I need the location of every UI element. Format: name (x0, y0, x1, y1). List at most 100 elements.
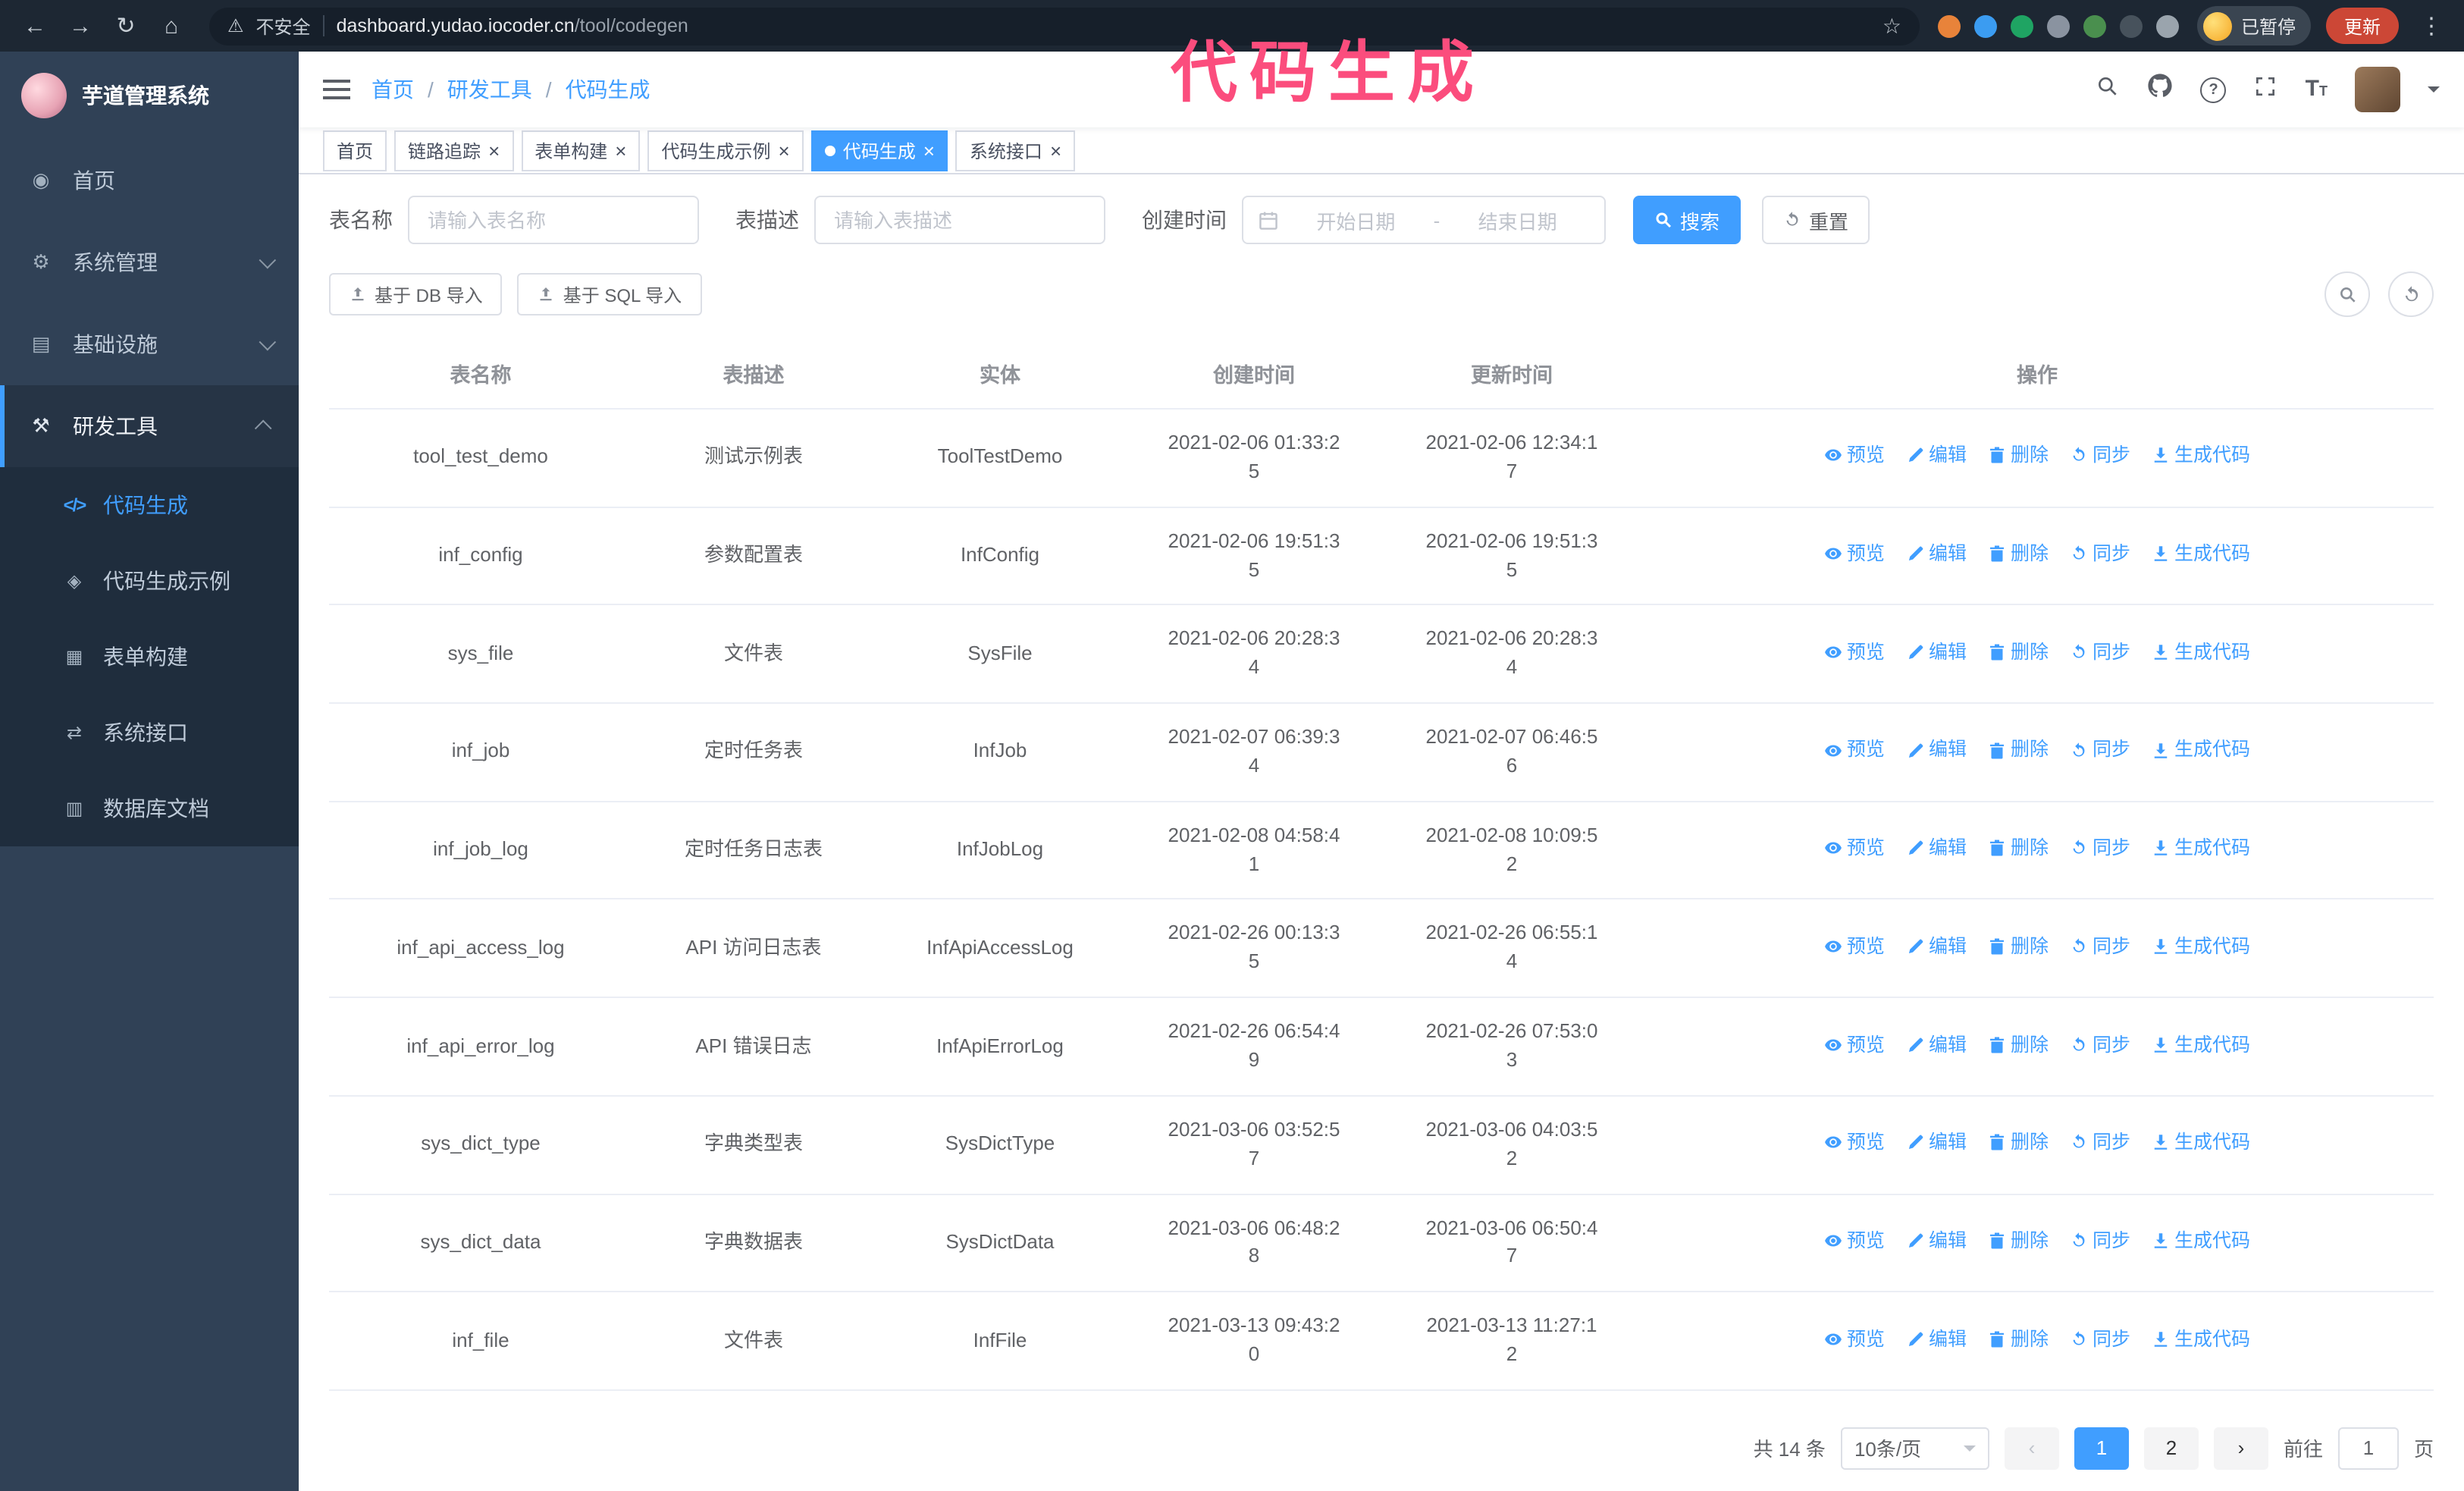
row-action-preview[interactable]: 预览 (1824, 933, 1885, 960)
row-action-edit[interactable]: 编辑 (1906, 540, 1967, 567)
sidebar-item-system-management[interactable]: ⚙ 系统管理 (0, 221, 299, 303)
github-link[interactable] (2148, 73, 2174, 106)
page-button-1[interactable]: 1 (2074, 1427, 2129, 1470)
app-logo[interactable]: 芋道管理系统 (0, 52, 299, 140)
row-action-generate-code[interactable]: 生成代码 (2152, 1227, 2250, 1254)
tab-close-icon[interactable]: × (923, 140, 935, 160)
user-avatar[interactable] (2355, 67, 2400, 112)
extension-green-check-icon[interactable] (2010, 14, 2033, 37)
row-action-generate-code[interactable]: 生成代码 (2152, 540, 2250, 567)
row-action-sync[interactable]: 同步 (2070, 1227, 2130, 1254)
row-action-preview[interactable]: 预览 (1824, 540, 1885, 567)
row-action-preview[interactable]: 预览 (1824, 1227, 1885, 1254)
row-action-edit[interactable]: 编辑 (1906, 1325, 1967, 1352)
extension-people-icon[interactable] (2046, 14, 2070, 37)
row-action-preview[interactable]: 预览 (1824, 1325, 1885, 1352)
help-button[interactable]: ? (2200, 77, 2227, 102)
row-action-generate-code[interactable]: 生成代码 (2152, 442, 2250, 469)
page-size-select[interactable]: 10条/页 (1840, 1427, 1989, 1470)
reload-button[interactable]: ↻ (106, 6, 146, 46)
row-action-generate-code[interactable]: 生成代码 (2152, 933, 2250, 960)
table-name-input[interactable] (408, 196, 699, 244)
sidebar-item-database-doc[interactable]: ▥ 数据库文档 (0, 771, 299, 846)
row-action-delete[interactable]: 删除 (1988, 834, 2049, 862)
row-action-delete[interactable]: 删除 (1988, 1325, 2049, 1352)
sidebar-item-form-builder[interactable]: ▦ 表单构建 (0, 619, 299, 695)
refresh-table-button[interactable] (2388, 272, 2434, 317)
row-action-generate-code[interactable]: 生成代码 (2152, 1031, 2250, 1058)
row-action-generate-code[interactable]: 生成代码 (2152, 736, 2250, 764)
row-action-sync[interactable]: 同步 (2070, 1128, 2130, 1156)
row-action-delete[interactable]: 删除 (1988, 736, 2049, 764)
row-action-generate-code[interactable]: 生成代码 (2152, 834, 2250, 862)
row-action-generate-code[interactable]: 生成代码 (2152, 1128, 2250, 1156)
row-action-sync[interactable]: 同步 (2070, 639, 2130, 666)
forward-button[interactable]: → (61, 6, 100, 46)
row-action-sync[interactable]: 同步 (2070, 1325, 2130, 1352)
breadcrumb-item-devtools[interactable]: 研发工具 (447, 74, 532, 105)
goto-page-input[interactable] (2337, 1427, 2399, 1470)
row-action-preview[interactable]: 预览 (1824, 1031, 1885, 1058)
table-desc-input[interactable] (814, 196, 1105, 244)
row-action-edit[interactable]: 编辑 (1906, 1227, 1967, 1254)
tab-close-icon[interactable]: × (1050, 140, 1061, 160)
bookmark-star-icon[interactable]: ☆ (1882, 13, 1901, 39)
row-action-edit[interactable]: 编辑 (1906, 1128, 1967, 1156)
tab-trace[interactable]: 链路追踪 × (394, 130, 514, 171)
row-action-preview[interactable]: 预览 (1824, 834, 1885, 862)
tab-form-builder[interactable]: 表单构建 × (521, 130, 641, 171)
row-action-edit[interactable]: 编辑 (1906, 834, 1967, 862)
row-action-preview[interactable]: 预览 (1824, 1128, 1885, 1156)
row-action-edit[interactable]: 编辑 (1906, 736, 1967, 764)
tab-system-api[interactable]: 系统接口 × (955, 130, 1076, 171)
tab-codegen[interactable]: 代码生成 × (810, 130, 948, 171)
search-button[interactable]: 搜索 (1633, 196, 1741, 244)
row-action-delete[interactable]: 删除 (1988, 639, 2049, 666)
reset-button[interactable]: 重置 (1762, 196, 1870, 244)
chevron-down-icon[interactable] (2428, 86, 2440, 99)
extension-green-box-icon[interactable] (2083, 14, 2106, 37)
profile-chip[interactable]: 已暂停 (2196, 6, 2311, 46)
next-page-button[interactable]: › (2213, 1427, 2268, 1470)
sidebar-item-system-api[interactable]: ⇄ 系统接口 (0, 695, 299, 771)
update-button[interactable]: 更新 (2325, 8, 2399, 44)
hamburger-button[interactable] (323, 79, 350, 100)
row-action-sync[interactable]: 同步 (2070, 933, 2130, 960)
row-action-sync[interactable]: 同步 (2070, 1031, 2130, 1058)
row-action-preview[interactable]: 预览 (1824, 736, 1885, 764)
row-action-edit[interactable]: 编辑 (1906, 1031, 1967, 1058)
font-size-button[interactable]: TT (2306, 76, 2328, 103)
tab-close-icon[interactable]: × (488, 140, 500, 160)
back-button[interactable]: ← (15, 6, 55, 46)
row-action-sync[interactable]: 同步 (2070, 540, 2130, 567)
tab-close-icon[interactable]: × (779, 140, 790, 160)
row-action-delete[interactable]: 删除 (1988, 1227, 2049, 1254)
sidebar-item-home[interactable]: ◉ 首页 (0, 140, 299, 221)
toggle-search-button[interactable] (2324, 272, 2370, 317)
header-search-button[interactable] (2096, 74, 2121, 105)
row-action-delete[interactable]: 删除 (1988, 1128, 2049, 1156)
browser-menu-button[interactable]: ⋮ (2414, 12, 2449, 39)
sidebar-item-code-generation-example[interactable]: ◈ 代码生成示例 (0, 543, 299, 619)
prev-page-button[interactable]: ‹ (2004, 1427, 2059, 1470)
breadcrumb-item-home[interactable]: 首页 (371, 74, 414, 105)
row-action-preview[interactable]: 预览 (1824, 639, 1885, 666)
row-action-generate-code[interactable]: 生成代码 (2152, 1325, 2250, 1352)
fullscreen-button[interactable] (2254, 74, 2278, 105)
extension-dark-icon[interactable] (2119, 14, 2143, 37)
sidebar-item-infrastructure[interactable]: ▤ 基础设施 (0, 303, 299, 385)
extension-orange-icon[interactable] (1937, 14, 1961, 37)
sidebar-item-code-generation[interactable]: </> 代码生成 (0, 467, 299, 543)
row-action-sync[interactable]: 同步 (2070, 442, 2130, 469)
extension-puzzle-icon[interactable] (2155, 14, 2179, 37)
tab-home[interactable]: 首页 (323, 130, 387, 171)
row-action-preview[interactable]: 预览 (1824, 442, 1885, 469)
date-range-picker[interactable]: 开始日期 - 结束日期 (1242, 196, 1606, 244)
row-action-edit[interactable]: 编辑 (1906, 442, 1967, 469)
row-action-edit[interactable]: 编辑 (1906, 933, 1967, 960)
row-action-delete[interactable]: 删除 (1988, 442, 2049, 469)
sidebar-item-dev-tools[interactable]: ⚒ 研发工具 (0, 385, 299, 467)
row-action-delete[interactable]: 删除 (1988, 1031, 2049, 1058)
address-bar[interactable]: ⚠ 不安全 dashboard.yudao.iocoder.cn/tool/co… (209, 7, 1920, 45)
tab-codegen-example[interactable]: 代码生成示例 × (647, 130, 804, 171)
